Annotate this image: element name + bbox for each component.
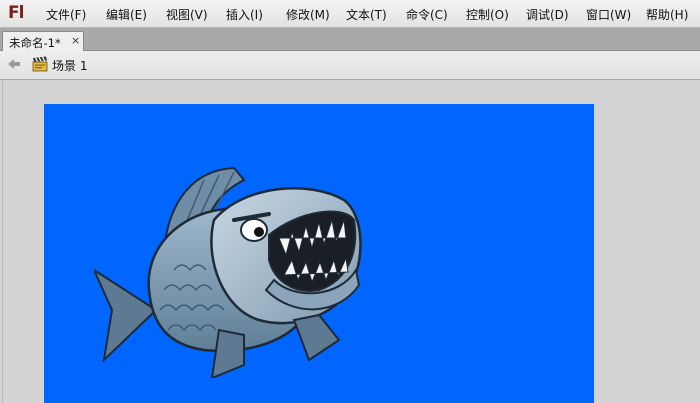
menu-modify[interactable]: 修改(M) [286,6,330,23]
menu-view[interactable]: 视图(V) [166,6,208,23]
document-tab-label: 未命名-1* [9,36,61,50]
document-tab-strip: 未命名-1* × [0,28,700,51]
menu-control[interactable]: 控制(O) [466,6,509,23]
menu-help[interactable]: 帮助(H) [646,6,688,23]
menu-bar: Fl 文件(F) 编辑(E) 视图(V) 插入(I) 修改(M) 文本(T) 命… [0,0,700,28]
menu-edit[interactable]: 编辑(E) [106,6,147,23]
workspace-divider [2,80,3,403]
menu-commands[interactable]: 命令(C) [406,6,448,23]
app-logo: Fl [8,3,24,23]
scene-label[interactable]: 场景 1 [52,57,87,74]
menu-insert[interactable]: 插入(I) [226,6,263,23]
close-icon[interactable]: × [71,34,80,47]
back-arrow-icon[interactable] [6,56,22,72]
piranha-fish-artwork[interactable] [94,140,369,378]
edit-bar: 场景 1 [0,51,700,80]
menu-window[interactable]: 窗口(W) [586,6,631,23]
workspace [0,80,700,403]
menu-debug[interactable]: 调试(D) [526,6,569,23]
clapperboard-icon [32,56,48,72]
document-tab[interactable]: 未命名-1* × [2,31,84,51]
menu-file[interactable]: 文件(F) [46,6,86,23]
menu-text[interactable]: 文本(T) [346,6,387,23]
stage-canvas[interactable] [44,104,594,403]
